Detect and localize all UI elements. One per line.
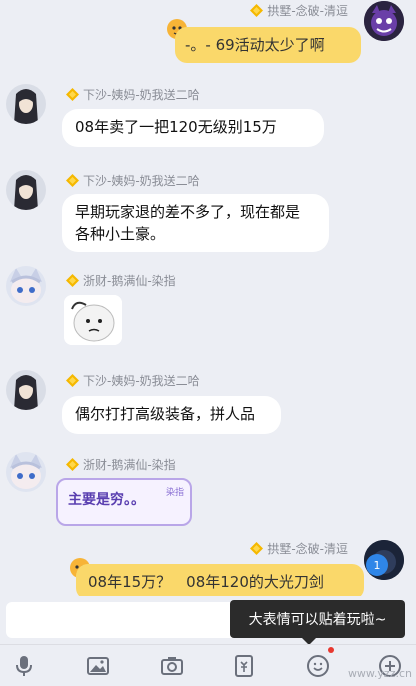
avatar[interactable] [6,452,46,492]
message-bubble[interactable]: -。- 69活动太少了啊 [175,27,361,63]
bottom-toolbar: www.yzz.cn [0,644,416,686]
sender-name: 拱墅-念破-清逗 [250,540,348,557]
sticker-tooltip-text: 大表情可以贴着玩啦~ [248,612,387,628]
message-bubble[interactable]: 主要是穷。。 染指 [56,478,192,526]
camera-button[interactable] [160,654,184,678]
sticker-image[interactable] [64,295,122,345]
notification-dot [328,647,334,653]
diamond-badge-icon [250,542,264,555]
microphone-button[interactable] [12,654,36,678]
sender-name-label: 拱墅-念破-清逗 [267,4,348,18]
watermark: www.yzz.cn [347,667,412,680]
message-text: 08年15万？ 08年120的大光刀剑 [88,573,324,591]
red-packet-icon [235,655,253,677]
sad-face-sticker-icon [64,295,122,345]
avatar[interactable] [6,84,46,124]
sender-name-label: 浙财-鹅满仙-染指 [83,458,176,472]
bubble-tag: 染指 [165,488,184,498]
sender-name: 下沙-姨妈-奶我送二哈 [66,172,200,189]
cat-eared-avatar-icon [6,452,46,492]
message-text-line: 早期玩家退的差不多了，现在都是 [75,203,301,221]
cat-eared-avatar-icon [6,266,46,306]
sender-name: 下沙-姨妈-奶我送二哈 [66,86,200,103]
swordsman-avatar-icon [6,84,46,124]
emoji-button[interactable] [306,654,330,678]
emoji-icon [307,655,329,677]
sender-name: 浙财-鹅满仙-染指 [66,456,176,473]
avatar[interactable] [6,170,46,210]
cat-avatar-icon [364,1,404,41]
diamond-badge-icon [66,88,79,101]
diamond-badge-icon [66,374,79,387]
swordsman-avatar-icon [6,170,46,210]
unread-badge: 1 [366,554,388,576]
sender-name-label: 浙财-鹅满仙-染指 [83,274,176,288]
image-icon [87,657,109,675]
message-bubble[interactable]: 08年卖了一把120无级别15万 [62,109,324,147]
message-text: 08年卖了一把120无级别15万 [75,118,277,136]
message-text: -。- 69活动太少了啊 [185,36,325,54]
diamond-badge-icon [250,4,264,17]
image-button[interactable] [86,654,110,678]
message-bubble[interactable]: 偶尔打打高级装备，拼人品 [62,396,281,434]
message-text: 偶尔打打高级装备，拼人品 [75,405,256,423]
chat-history: 拱墅-念破-清逗 -。- 69活动太少了啊 下沙-姨妈-奶我送二哈 08年卖了一… [0,0,416,600]
red-packet-button[interactable] [232,654,256,678]
sticker-tooltip: 大表情可以贴着玩啦~ [230,600,405,645]
microphone-icon [16,656,32,676]
diamond-badge-icon [66,174,79,187]
diamond-badge-icon [66,458,79,471]
message-text: 主要是穷。。 [68,492,145,508]
message-text-line: 各种小土豪。 [75,225,166,243]
sender-name: 拱墅-念破-清逗 [250,2,348,19]
avatar[interactable] [364,1,404,41]
sender-name-label: 下沙-姨妈-奶我送二哈 [83,88,200,102]
avatar[interactable] [6,266,46,306]
camera-icon [161,657,183,675]
diamond-badge-icon [66,274,79,287]
avatar[interactable] [6,370,46,410]
sender-name-label: 下沙-姨妈-奶我送二哈 [83,174,200,188]
sender-name: 下沙-姨妈-奶我送二哈 [66,372,200,389]
message-bubble[interactable]: 08年15万？ 08年120的大光刀剑 [76,564,364,600]
message-bubble[interactable]: 早期玩家退的差不多了，现在都是 各种小土豪。 [62,194,329,252]
unread-badge-count: 1 [373,558,381,572]
sender-name-label: 拱墅-念破-清逗 [267,542,348,556]
sender-name: 浙财-鹅满仙-染指 [66,272,176,289]
sender-name-label: 下沙-姨妈-奶我送二哈 [83,374,200,388]
swordsman-avatar-icon [6,370,46,410]
